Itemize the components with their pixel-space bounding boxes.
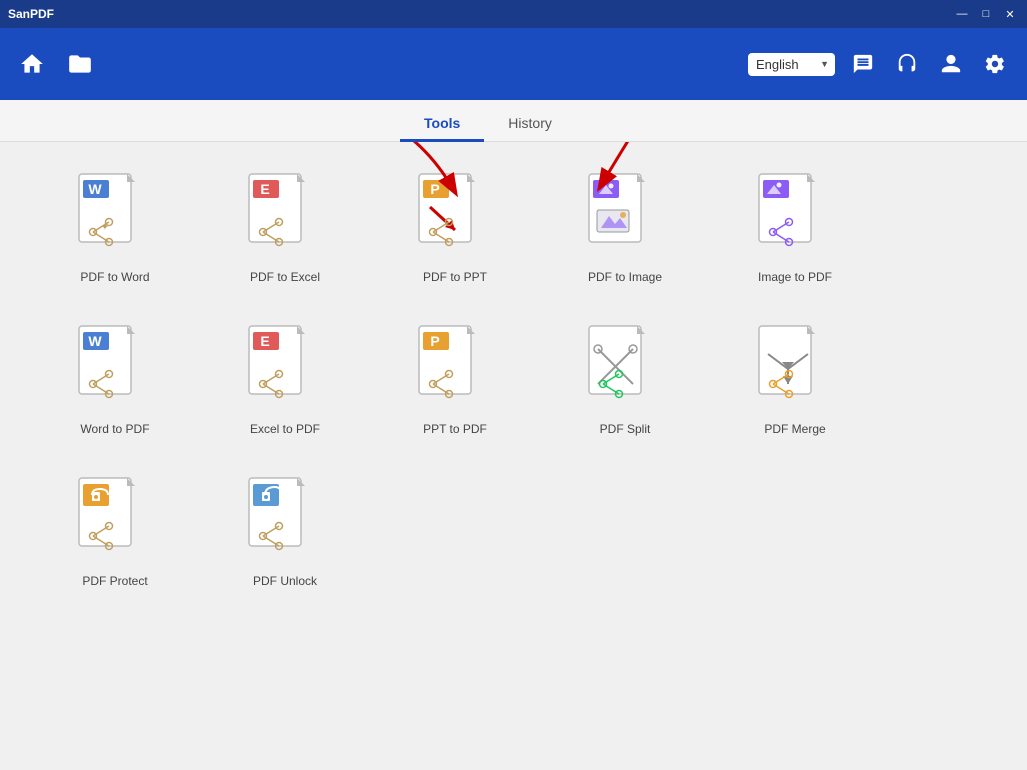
home-icon[interactable] bbox=[16, 48, 48, 80]
svg-text:W: W bbox=[88, 333, 102, 349]
tool-row-1: W ✦ PDF to Word bbox=[60, 172, 967, 284]
folder-icon[interactable] bbox=[64, 48, 96, 80]
tab-tools[interactable]: Tools bbox=[400, 107, 484, 142]
tool-pdf-protect[interactable]: PDF Protect bbox=[60, 476, 170, 588]
word-to-pdf-icon: W bbox=[75, 324, 155, 414]
tool-pdf-to-image[interactable]: PDF to Image bbox=[570, 172, 680, 284]
language-selector[interactable]: English Chinese Japanese bbox=[748, 53, 835, 76]
svg-text:P: P bbox=[430, 333, 439, 349]
pdf-to-excel-icon: E bbox=[245, 172, 325, 262]
close-button[interactable]: ✕ bbox=[1001, 5, 1019, 23]
chat-icon[interactable] bbox=[847, 48, 879, 80]
pdf-to-image-icon bbox=[585, 172, 665, 262]
pdf-to-word-icon: W ✦ bbox=[75, 172, 155, 262]
header: English Chinese Japanese bbox=[0, 28, 1027, 100]
image-to-pdf-label: Image to PDF bbox=[758, 270, 832, 284]
pdf-merge-icon bbox=[755, 324, 835, 414]
tool-image-to-pdf[interactable]: Image to PDF bbox=[740, 172, 850, 284]
tool-word-to-pdf[interactable]: W Word to PDF bbox=[60, 324, 170, 436]
ppt-to-pdf-svg: P bbox=[415, 324, 487, 409]
pdf-split-label: PDF Split bbox=[600, 422, 651, 436]
tool-pdf-split[interactable]: PDF Split bbox=[570, 324, 680, 436]
tool-pdf-to-word[interactable]: W ✦ PDF to Word bbox=[60, 172, 170, 284]
pdf-to-word-label: PDF to Word bbox=[80, 270, 149, 284]
window-controls: — □ ✕ bbox=[953, 5, 1019, 23]
pdf-to-image-svg bbox=[585, 172, 657, 257]
user-icon[interactable] bbox=[935, 48, 967, 80]
tool-row-2: W Word to PDF E bbox=[60, 324, 967, 436]
main-content: W ✦ PDF to Word bbox=[0, 142, 1027, 770]
ppt-to-pdf-icon: P bbox=[415, 324, 495, 414]
tool-row-3: PDF Protect bbox=[60, 476, 967, 588]
tool-ppt-to-pdf[interactable]: P PPT to PDF bbox=[400, 324, 510, 436]
pdf-unlock-label: PDF Unlock bbox=[253, 574, 317, 588]
tool-pdf-to-excel[interactable]: E PDF to Excel bbox=[230, 172, 340, 284]
svg-text:E: E bbox=[260, 333, 269, 349]
tool-pdf-to-ppt[interactable]: P PDF to PPT bbox=[400, 172, 510, 284]
pdf-protect-icon bbox=[75, 476, 155, 566]
app-title: SanPDF bbox=[8, 7, 54, 21]
settings-icon[interactable] bbox=[979, 48, 1011, 80]
svg-text:E: E bbox=[260, 181, 269, 197]
pdf-to-word-svg: W ✦ bbox=[75, 172, 147, 257]
language-dropdown[interactable]: English Chinese Japanese bbox=[748, 53, 835, 76]
pdf-to-excel-label: PDF to Excel bbox=[250, 270, 320, 284]
pdf-merge-label: PDF Merge bbox=[764, 422, 825, 436]
svg-text:W: W bbox=[88, 181, 102, 197]
header-right: English Chinese Japanese bbox=[748, 48, 1011, 80]
excel-to-pdf-label: Excel to PDF bbox=[250, 422, 320, 436]
word-to-pdf-svg: W bbox=[75, 324, 147, 409]
pdf-to-ppt-svg: P bbox=[415, 172, 487, 257]
tool-excel-to-pdf[interactable]: E Excel to PDF bbox=[230, 324, 340, 436]
ppt-to-pdf-label: PPT to PDF bbox=[423, 422, 487, 436]
maximize-button[interactable]: □ bbox=[977, 5, 995, 23]
pdf-unlock-svg bbox=[245, 476, 317, 561]
pdf-split-svg bbox=[585, 324, 657, 409]
svg-text:P: P bbox=[430, 181, 439, 197]
header-left bbox=[16, 48, 96, 80]
image-to-pdf-icon bbox=[755, 172, 835, 262]
tool-pdf-unlock[interactable]: PDF Unlock bbox=[230, 476, 340, 588]
excel-to-pdf-svg: E bbox=[245, 324, 317, 409]
pdf-to-image-label: PDF to Image bbox=[588, 270, 662, 284]
pdf-unlock-icon bbox=[245, 476, 325, 566]
pdf-to-excel-svg: E bbox=[245, 172, 317, 257]
pdf-merge-svg bbox=[755, 324, 827, 409]
word-to-pdf-label: Word to PDF bbox=[80, 422, 149, 436]
image-to-pdf-svg bbox=[755, 172, 827, 257]
headset-icon[interactable] bbox=[891, 48, 923, 80]
pdf-to-ppt-icon: P bbox=[415, 172, 495, 262]
titlebar: SanPDF — □ ✕ bbox=[0, 0, 1027, 28]
tab-history[interactable]: History bbox=[484, 107, 576, 142]
pdf-to-ppt-label: PDF to PPT bbox=[423, 270, 487, 284]
pdf-protect-svg bbox=[75, 476, 147, 561]
minimize-button[interactable]: — bbox=[953, 5, 971, 23]
excel-to-pdf-icon: E bbox=[245, 324, 325, 414]
pdf-split-icon bbox=[585, 324, 665, 414]
pdf-protect-label: PDF Protect bbox=[82, 574, 147, 588]
tool-pdf-merge[interactable]: PDF Merge bbox=[740, 324, 850, 436]
tabs-bar: Tools History bbox=[0, 100, 1027, 142]
